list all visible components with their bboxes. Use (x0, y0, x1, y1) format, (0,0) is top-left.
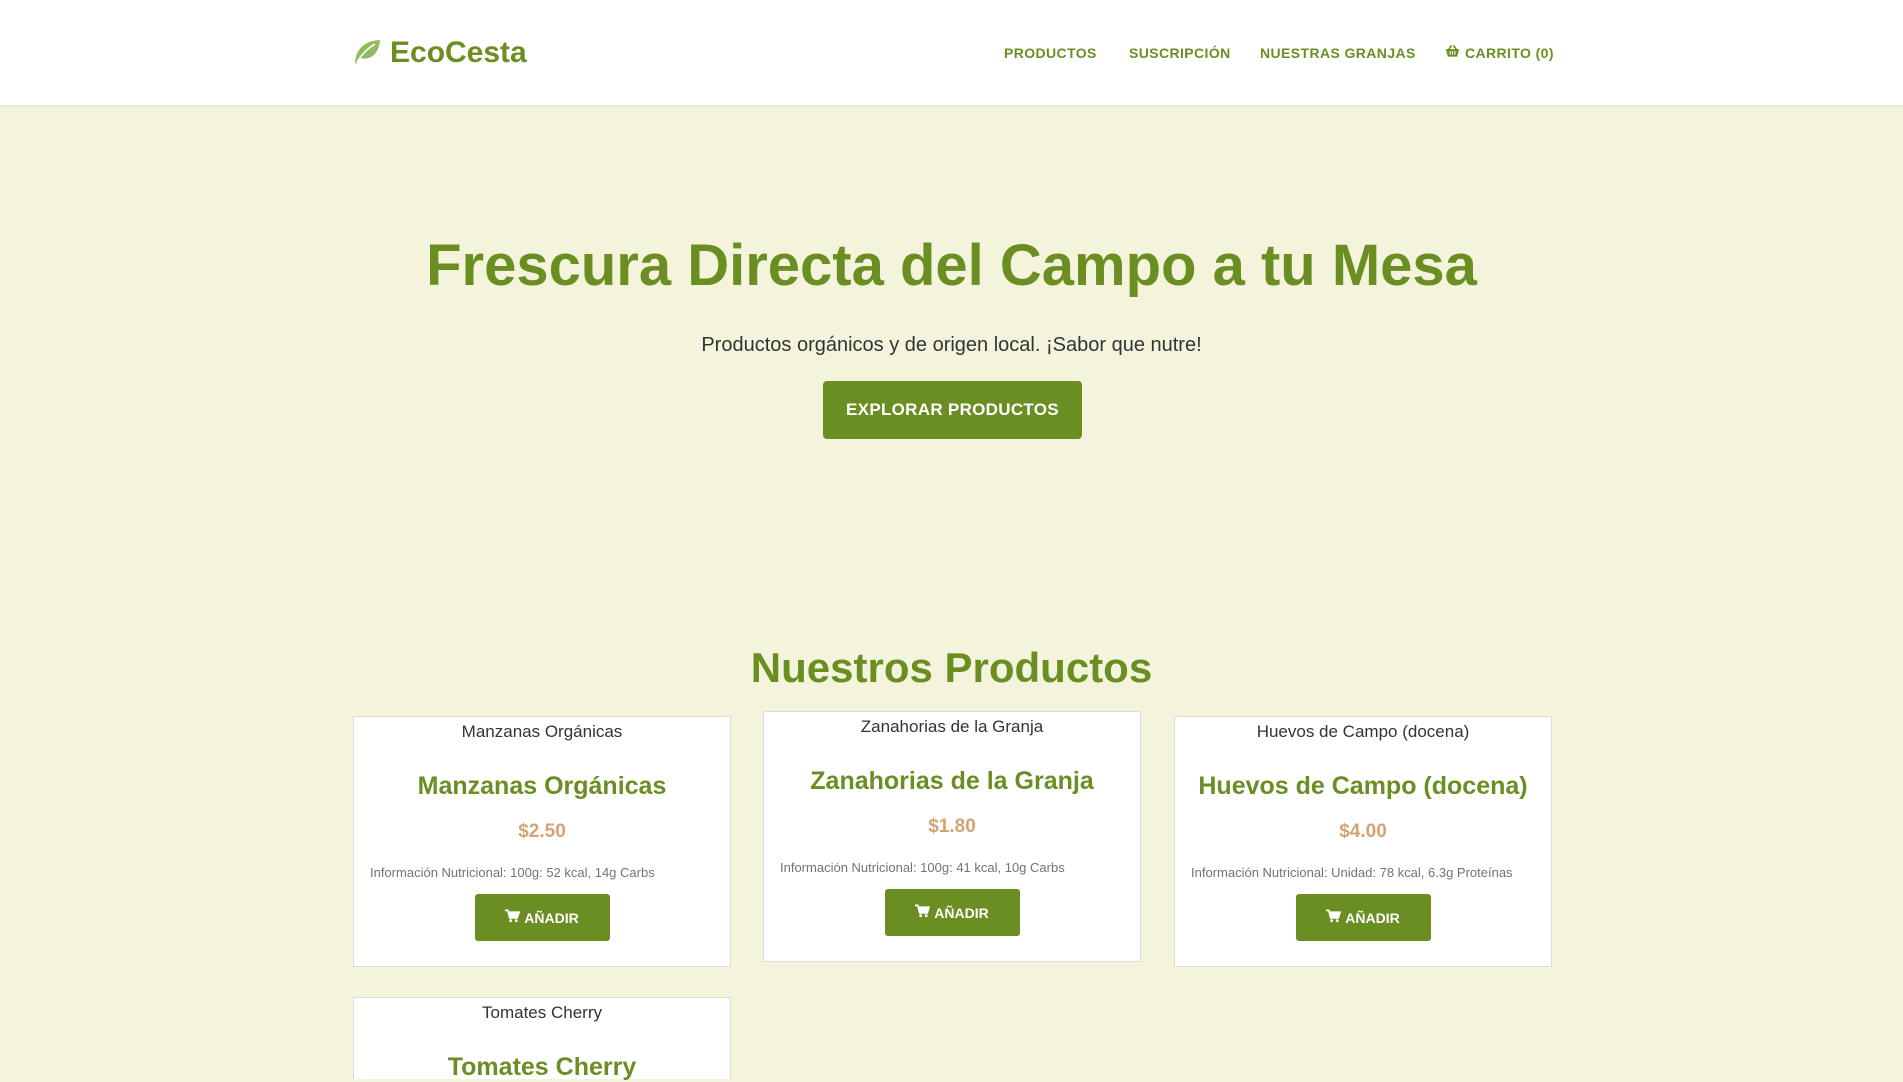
product-nutrition: Información Nutricional: 100g: 52 kcal, … (370, 865, 655, 880)
product-card: Zanahorias de la Granja Zanahorias de la… (763, 711, 1141, 962)
logo[interactable]: EcoCesta (352, 36, 527, 70)
add-to-cart-button[interactable]: AÑADIR (884, 889, 1020, 936)
product-nutrition: Información Nutricional: Unidad: 78 kcal… (1191, 865, 1513, 880)
product-image: Zanahorias de la Granja (860, 717, 1044, 736)
shopping-basket-icon (1445, 44, 1465, 61)
products-section-title: Nuestros Productos (750, 644, 1153, 691)
product-name: Manzanas Orgánicas (417, 772, 667, 800)
add-label: AÑADIR (524, 909, 579, 926)
add-to-cart-button[interactable]: AÑADIR (474, 894, 610, 941)
hero-subtitle: Productos orgánicos y de origen local. ¡… (701, 334, 1202, 356)
nav-carrito[interactable]: CARRITO (0) (1445, 44, 1554, 61)
product-price: $2.50 (518, 821, 566, 842)
nav-suscripcion[interactable]: SUSCRIPCIÓN (1129, 45, 1231, 61)
cart-label: CARRITO (0) (1465, 44, 1554, 61)
add-label: AÑADIR (1345, 909, 1400, 926)
product-name: Tomates Cherry (447, 1053, 637, 1081)
nav-productos[interactable]: PRODUCTOS (1004, 45, 1097, 61)
hero-title: Frescura Directa del Campo a tu Mesa (426, 233, 1477, 298)
product-card: Manzanas Orgánicas Manzanas Orgánicas $2… (353, 716, 731, 967)
product-name: Zanahorias de la Granja (810, 767, 1094, 795)
explore-products-button[interactable]: EXPLORAR PRODUCTOS (823, 381, 1082, 439)
add-label: AÑADIR (934, 904, 989, 921)
add-to-cart-button[interactable]: AÑADIR (1295, 894, 1431, 941)
product-image: Huevos de Campo (docena) (1256, 722, 1470, 741)
product-image: Tomates Cherry (482, 1003, 602, 1022)
product-nutrition: Información Nutricional: 100g: 41 kcal, … (780, 860, 1065, 875)
product-price: $4.00 (1339, 821, 1387, 842)
cart-icon (505, 909, 524, 926)
nav-nuestras-granjas[interactable]: NUESTRAS GRANJAS (1260, 45, 1416, 61)
product-name: Huevos de Campo (docena) (1198, 772, 1528, 800)
product-card: Huevos de Campo (docena) Huevos de Campo… (1174, 716, 1552, 967)
product-card: Tomates Cherry Tomates Cherry (353, 997, 731, 1081)
leaf-icon (352, 37, 390, 70)
logo-text: EcoCesta (390, 36, 527, 69)
cart-icon (1326, 909, 1345, 926)
cart-icon (915, 904, 934, 921)
product-image: Manzanas Orgánicas (461, 722, 623, 741)
site-header: EcoCesta PRODUCTOS SUSCRIPCIÓN NUESTRAS … (0, 0, 1903, 105)
product-price: $1.80 (928, 816, 976, 837)
